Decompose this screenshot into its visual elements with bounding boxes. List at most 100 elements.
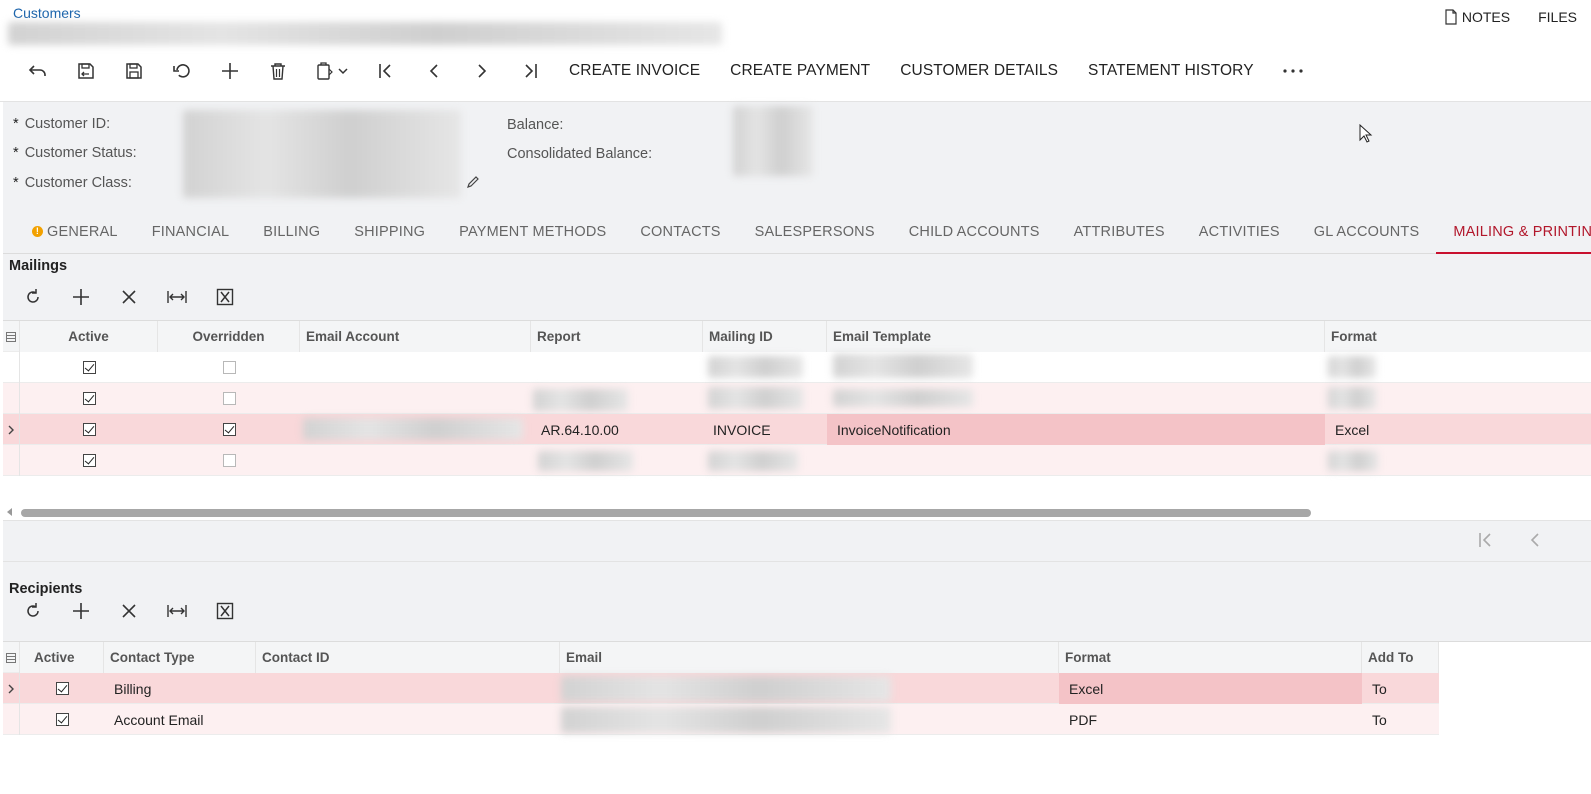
edit-customer-class-button[interactable]: [465, 174, 481, 190]
create-payment-button[interactable]: CREATE PAYMENT: [715, 56, 885, 86]
tab-billing[interactable]: BILLING: [246, 210, 337, 254]
overridden-checkbox[interactable]: [222, 454, 236, 467]
customer-details-button[interactable]: CUSTOMER DETAILS: [885, 56, 1073, 86]
last-record-button[interactable]: [506, 56, 554, 86]
notes-button[interactable]: NOTES: [1444, 9, 1510, 25]
table-row-selected[interactable]: Billing Excel To: [3, 673, 1439, 704]
col-report[interactable]: Report: [531, 321, 703, 352]
first-record-icon: [377, 62, 395, 80]
col-overridden[interactable]: Overridden: [158, 321, 300, 352]
col-active[interactable]: Active: [20, 642, 104, 673]
col-mailing-id[interactable]: Mailing ID: [703, 321, 827, 352]
recipients-fit-columns-button[interactable]: [153, 596, 201, 626]
pencil-icon: [465, 174, 481, 190]
tab-activities[interactable]: ACTIVITIES: [1182, 210, 1297, 254]
table-row[interactable]: [3, 445, 1591, 476]
tab-payment-methods[interactable]: PAYMENT METHODS: [442, 210, 623, 254]
format-cell[interactable]: Excel: [1059, 673, 1362, 704]
tab-shipping[interactable]: SHIPPING: [337, 210, 442, 254]
first-record-button[interactable]: [362, 56, 410, 86]
active-checkbox[interactable]: [82, 392, 96, 405]
email-redacted: [561, 676, 891, 702]
active-checkbox[interactable]: [82, 361, 96, 374]
col-contact-id[interactable]: Contact ID: [256, 642, 560, 673]
row-marker: [3, 352, 20, 383]
clipboard-menu-button[interactable]: [302, 56, 362, 86]
redacted-value: [1328, 356, 1376, 378]
format-cell[interactable]: Excel: [1325, 414, 1591, 445]
tab-attributes[interactable]: ATTRIBUTES: [1057, 210, 1182, 254]
col-format[interactable]: Format: [1325, 321, 1591, 352]
recipients-delete-row-button[interactable]: [105, 596, 153, 626]
report-cell[interactable]: AR.64.10.00: [531, 414, 703, 445]
undo-button[interactable]: [158, 56, 206, 86]
contact-type-cell[interactable]: Billing: [104, 673, 256, 704]
mailings-export-excel-button[interactable]: [201, 282, 249, 312]
grid-settings-icon[interactable]: [3, 642, 20, 673]
tab-child-accounts[interactable]: CHILD ACCOUNTS: [892, 210, 1057, 254]
tab-contacts[interactable]: CONTACTS: [623, 210, 737, 254]
add-to-cell[interactable]: To: [1362, 704, 1439, 735]
contact-type-cell[interactable]: Account Email: [104, 704, 256, 735]
tab-general[interactable]: ! GENERAL: [15, 210, 135, 254]
col-email[interactable]: Email: [560, 642, 1059, 673]
mailings-scrollbar-thumb[interactable]: [21, 509, 1311, 517]
active-checkbox[interactable]: [55, 713, 69, 726]
table-row[interactable]: [3, 383, 1591, 414]
redacted-value: [538, 451, 633, 471]
table-row[interactable]: [3, 352, 1591, 383]
add-to-cell[interactable]: To: [1362, 673, 1439, 704]
pager-first-button[interactable]: [1477, 531, 1495, 549]
table-row[interactable]: Account Email PDF To: [3, 704, 1439, 735]
overridden-checkbox[interactable]: [222, 392, 236, 405]
mailings-delete-row-button[interactable]: [105, 282, 153, 312]
col-add-to[interactable]: Add To: [1362, 642, 1439, 673]
format-cell[interactable]: PDF: [1059, 704, 1362, 735]
tab-salespersons[interactable]: SALESPERSONS: [738, 210, 892, 254]
grid-settings-icon[interactable]: [3, 321, 20, 352]
breadcrumb-customers[interactable]: Customers: [13, 5, 81, 21]
create-invoice-button[interactable]: CREATE INVOICE: [554, 56, 715, 86]
recipients-add-row-button[interactable]: [57, 596, 105, 626]
mailings-refresh-button[interactable]: [9, 282, 57, 312]
col-contact-type[interactable]: Contact Type: [104, 642, 256, 673]
col-format[interactable]: Format: [1059, 642, 1362, 673]
customer-fields-redacted[interactable]: [183, 110, 461, 198]
pager-previous-button[interactable]: [1528, 531, 1542, 549]
back-button[interactable]: [14, 56, 62, 86]
email-template-cell[interactable]: InvoiceNotification: [827, 414, 1325, 445]
mailings-add-row-button[interactable]: [57, 282, 105, 312]
save-button[interactable]: [110, 56, 158, 86]
tab-mailing-printing[interactable]: MAILING & PRINTING: [1436, 210, 1591, 255]
tab-gl-accounts[interactable]: GL ACCOUNTS: [1297, 210, 1437, 254]
recipients-grid-toolbar: [9, 596, 249, 626]
save-close-button[interactable]: [62, 56, 110, 86]
active-checkbox[interactable]: [55, 682, 69, 695]
scroll-left-arrow-icon[interactable]: [7, 508, 13, 516]
tab-financial[interactable]: FINANCIAL: [135, 210, 247, 254]
table-row-selected[interactable]: AR.64.10.00 INVOICE InvoiceNotification …: [3, 414, 1591, 445]
excel-icon: [216, 602, 234, 620]
overridden-checkbox[interactable]: [222, 361, 236, 374]
active-checkbox[interactable]: [82, 454, 96, 467]
customer-summary-panel: * Customer ID: * Customer Status: * Cust…: [3, 102, 1591, 210]
delete-button[interactable]: [254, 56, 302, 86]
statement-history-button[interactable]: STATEMENT HISTORY: [1073, 56, 1269, 86]
mailing-id-cell[interactable]: INVOICE: [703, 414, 827, 445]
more-actions-button[interactable]: [1269, 56, 1317, 86]
previous-record-button[interactable]: [410, 56, 458, 86]
overridden-checkbox[interactable]: [222, 423, 236, 436]
col-email-account[interactable]: Email Account: [300, 321, 531, 352]
next-record-button[interactable]: [458, 56, 506, 86]
recipients-export-excel-button[interactable]: [201, 596, 249, 626]
overridden-cell: [158, 352, 300, 383]
files-button[interactable]: FILES: [1538, 9, 1577, 25]
add-button[interactable]: [206, 56, 254, 86]
active-checkbox[interactable]: [82, 423, 96, 436]
save-icon: [124, 61, 144, 81]
col-email-template[interactable]: Email Template: [827, 321, 1325, 352]
mailings-fit-columns-button[interactable]: [153, 282, 201, 312]
clipboard-icon: [316, 61, 334, 81]
recipients-refresh-button[interactable]: [9, 596, 57, 626]
col-active[interactable]: Active: [20, 321, 158, 352]
